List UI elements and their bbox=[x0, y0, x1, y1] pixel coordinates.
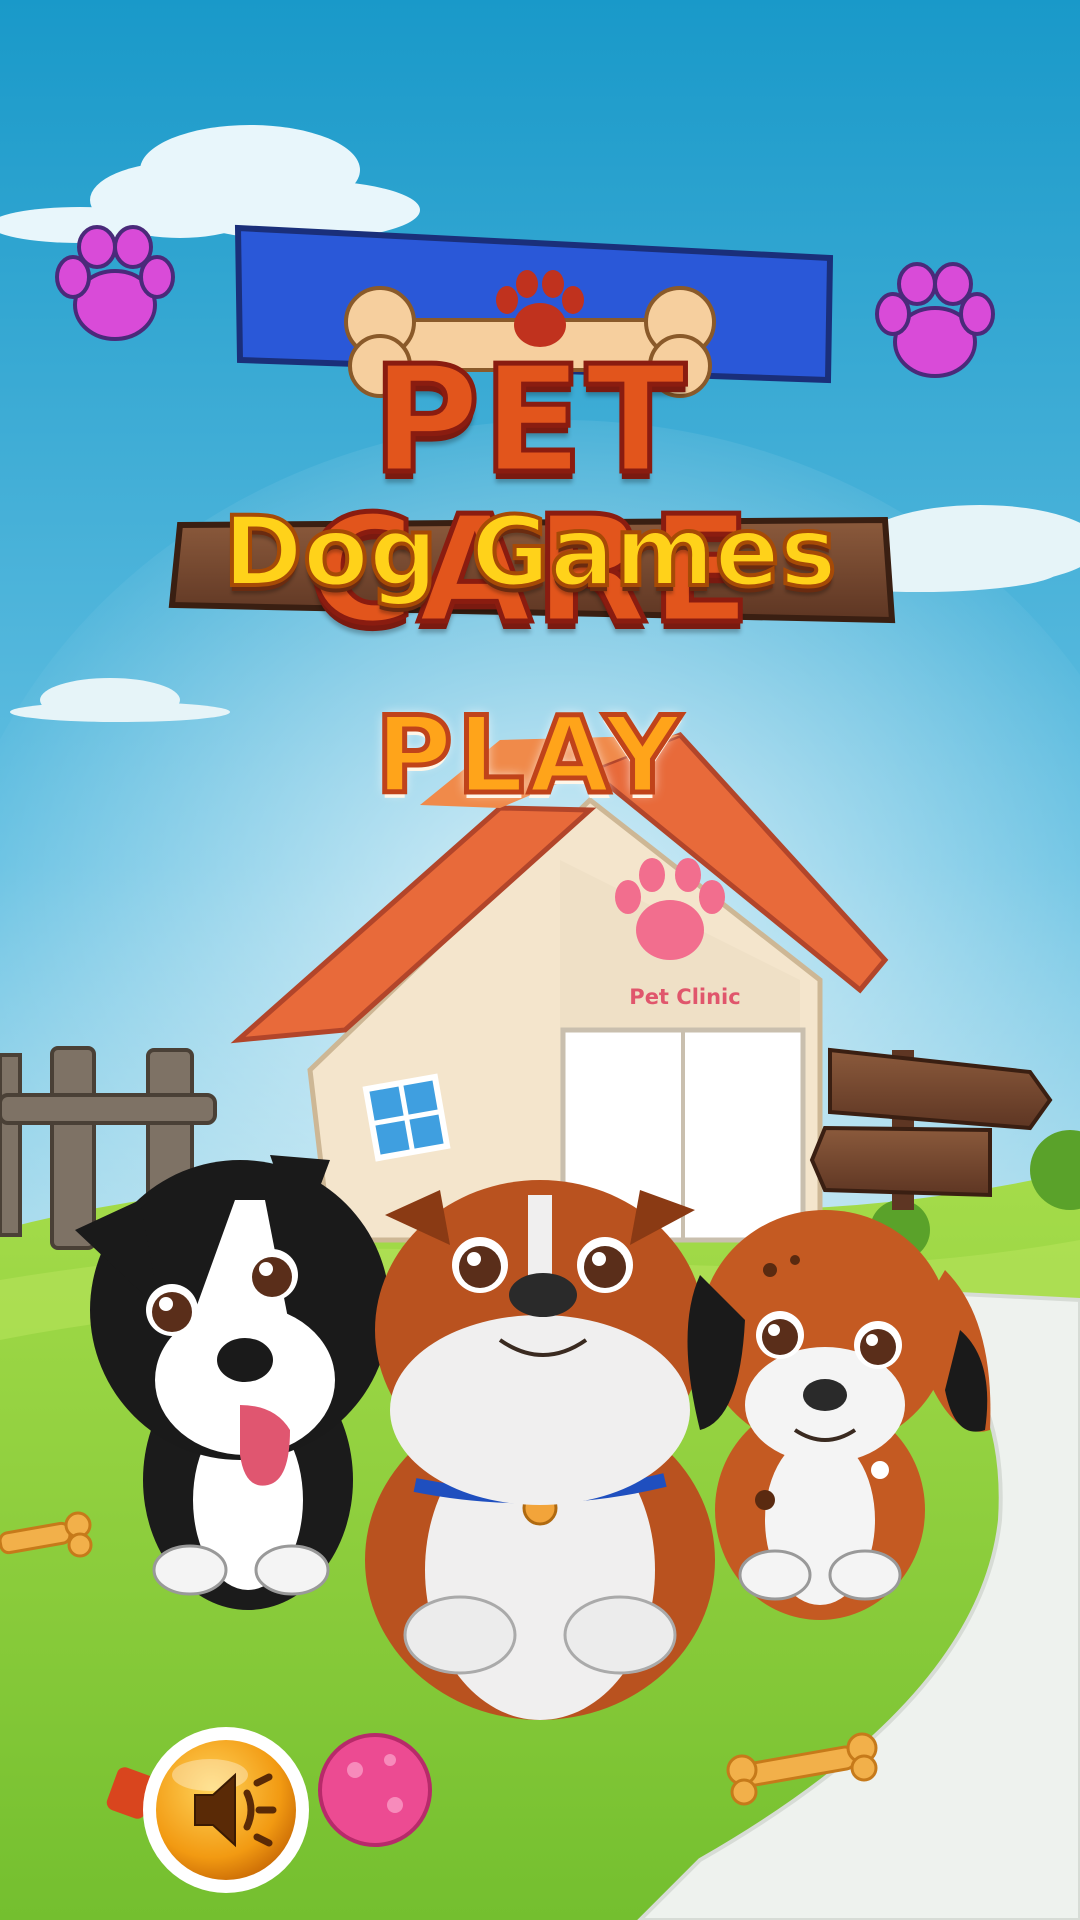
game-scene bbox=[0, 0, 1080, 1920]
bulldog-dog bbox=[365, 1180, 715, 1720]
play-button[interactable]: PLAY bbox=[360, 688, 700, 823]
game-subtitle: Dog Games bbox=[221, 496, 839, 608]
clinic-window bbox=[362, 1073, 451, 1162]
clinic-sign-text: Pet Clinic bbox=[629, 985, 741, 1009]
play-button-label: PLAY bbox=[373, 692, 685, 820]
sound-toggle-button[interactable] bbox=[143, 1727, 309, 1893]
pink-ball-toy bbox=[318, 1733, 432, 1847]
speaker-volume-icon bbox=[194, 1772, 277, 1848]
